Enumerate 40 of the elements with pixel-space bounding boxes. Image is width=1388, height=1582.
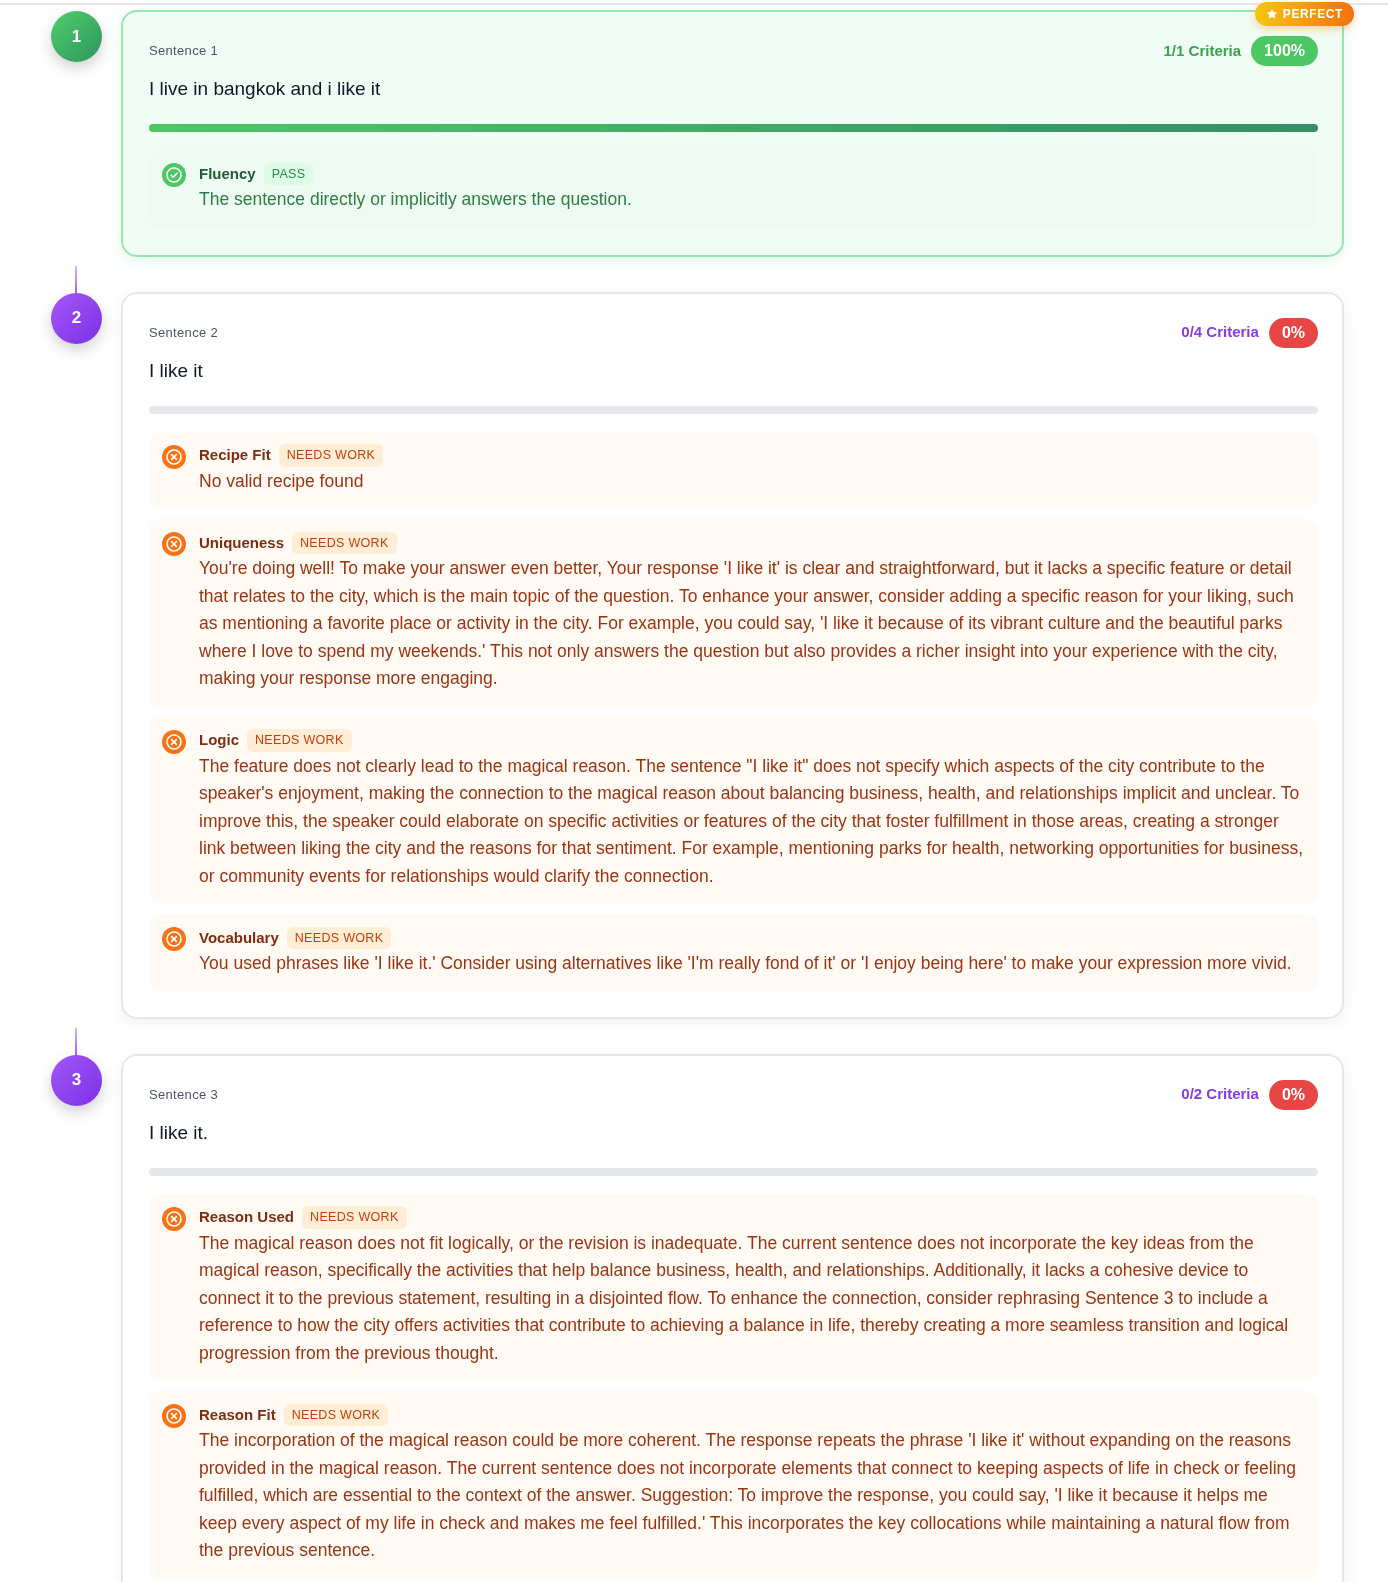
criterion-name: Recipe Fit — [199, 445, 271, 466]
timeline-connector — [75, 265, 77, 293]
score-badge: 0% — [1268, 1079, 1318, 1110]
star-icon — [1265, 8, 1278, 20]
criteria-count: 0/2 Criteria — [1181, 1084, 1259, 1105]
criterion-feedback: You used phrases like 'I like it.' Consider using alternatives like 'I'm really fond of it' or 'I enjoy being here' to make your expression more vivid. — [199, 952, 1293, 975]
result-tag: NEEDS WORK — [286, 926, 392, 950]
score-badge: 100% — [1251, 36, 1318, 66]
result-tag: NEEDS WORK — [292, 531, 397, 555]
score-badge: 0% — [1268, 317, 1318, 348]
timeline-connector — [75, 1027, 77, 1055]
criterion-name: Uniqueness — [199, 532, 285, 553]
sentence-text: I live in bangkok and i like it — [149, 77, 382, 101]
criteria-count: 1/1 Criteria — [1163, 40, 1242, 61]
criterion-name: Fluency — [199, 163, 256, 184]
result-tag: PASS — [263, 162, 314, 186]
criterion-feedback: You're doing well! To make your answer even better, Your response 'I like it' is clear and straightforward, but it lacks a specific feature or detail that relates to the city, which is the main topic of the question. To enhance your answer, consider adding a specific reason for your liking, such as mentioning a favorite place or activity in the city. For example, you could say, 'I like it because of its vibrant culture and the beautiful parks where I love to spend my weekends.' This not only answers the question but also provides a richer insight into your experience with the city, making your response more engaging. — [199, 557, 1295, 690]
result-tag: NEEDS WORK — [283, 1403, 389, 1427]
result-tag: NEEDS WORK — [278, 444, 384, 467]
result-tag: NEEDS WORK — [302, 1206, 407, 1229]
criterion-feedback: The incorporation of the magical reason could be more coherent. The response repeats the phrase 'I like it' without expanding on the reasons provided in the magical reason. The current sentence does not incorporate elements that connect to keeping aspects of life in check or feeling fulfilled, which are essential to the context of the answer. Suggestion: To improve the response, you could say, 'I like it because it helps me keep every aspect of my life in check and makes me feel fulfilled.' This incorporates the key collocations while maintaining a natural flow from the previous sentence. — [199, 1429, 1297, 1562]
criterion-feedback: The feature does not clearly lead to the magical reason. The sentence "I like it" does not specify which aspects of the city contribute to the speaker's enjoyment, making the connection to the magical reason about balancing business, health, and relationships implicit and unclear. To improve this, the speaker could elaborate on specific activities or features of the city that foster fulfillment in those areas, creating a stronger link between liking the city and the reasons for that sentiment. For example, mentioning parks for health, networking opportunities for business, or community events for relationships would clarify the connection. — [199, 754, 1305, 888]
criterion-feedback: The magical reason does not fit logically, or the revision is inadequate. The current sentence does not incorporate the key ideas from the magical reason, specifically the activities that help balance business, health, and relationships. Additionally, it lacks a cohesive device to connect it to the previous statement, resulting in a disjointed flow. To enhance the connection, consider rephrasing Sentence 3 to include a reference to how the city offers activities that contribute to achieving a balance in life, thereby creating a more seamless transition and logical progression from the previous thought. — [199, 1231, 1290, 1365]
sentence-text: I like it. — [149, 1120, 210, 1145]
step-number: 2 — [51, 292, 102, 344]
criterion-name: Logic — [199, 730, 239, 751]
sentence-label: Sentence 2 — [149, 323, 219, 342]
sentence-label: Sentence 1 — [149, 42, 219, 61]
criterion-feedback: The sentence directly or implicitly answers the question. — [199, 188, 633, 211]
step-number: 3 — [51, 1054, 102, 1106]
ribbon-label: PERFECT — [1282, 6, 1343, 23]
criterion-name: Reason Fit — [199, 1404, 276, 1425]
criteria-count: 0/4 Criteria — [1181, 322, 1259, 343]
result-tag: NEEDS WORK — [247, 729, 352, 752]
sentence-text: I like it — [149, 358, 204, 383]
criterion-name: Reason Used — [199, 1207, 295, 1228]
sentence-label: Sentence 3 — [149, 1085, 219, 1104]
criterion-feedback: No valid recipe found — [199, 469, 365, 493]
step-number: 1 — [51, 11, 102, 62]
criterion-name: Vocabulary — [199, 927, 279, 948]
